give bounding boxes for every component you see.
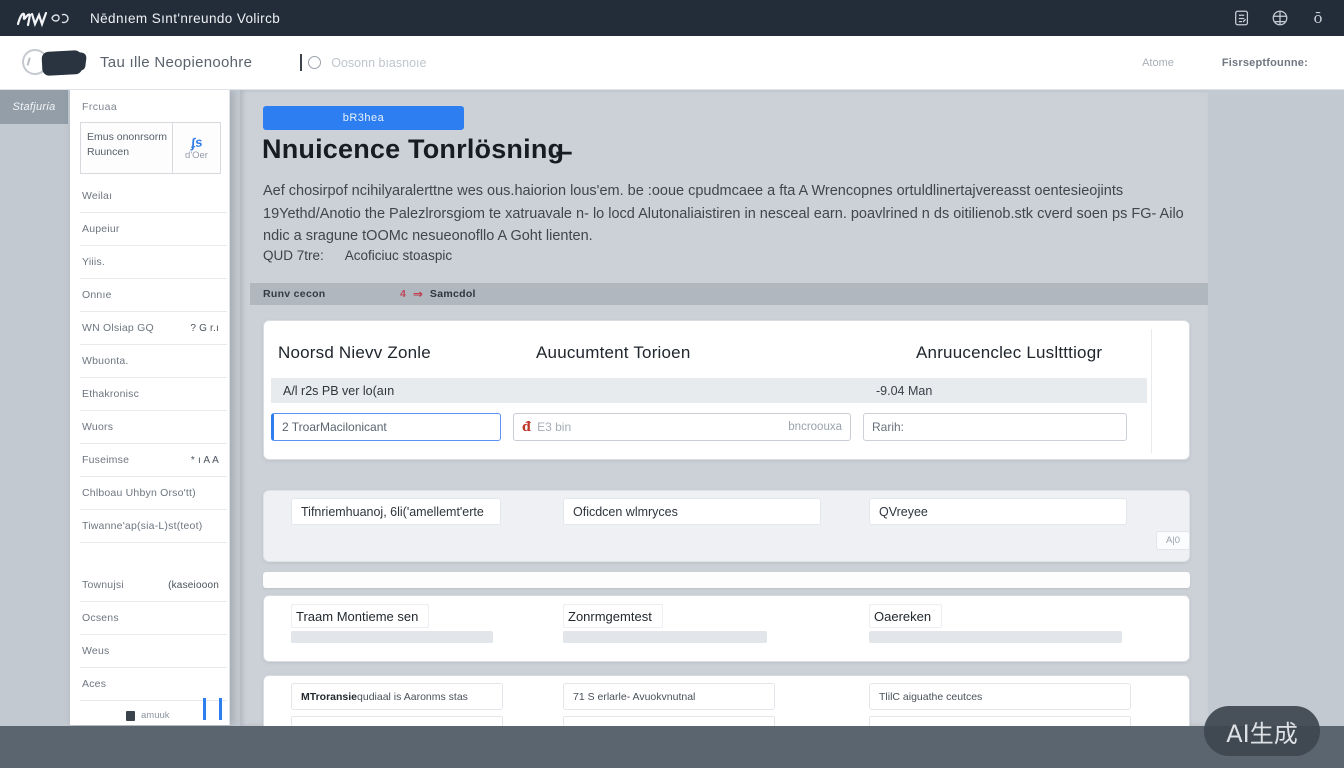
group-field[interactable]: Oficdcen wlmryces <box>563 498 821 525</box>
side-tab-stafjuria[interactable]: Stafjuria <box>0 90 68 124</box>
globe-icon[interactable] <box>1270 8 1290 28</box>
torioen-input[interactable] <box>537 420 788 434</box>
search-icon <box>308 56 321 69</box>
top-app-bar: Nēdnıem Sınt'nreundo Volircb ō <box>0 0 1344 36</box>
intro-paragraph: Aef chosirpof ncihilyaralerttne wes ous.… <box>263 180 1185 248</box>
group-field[interactable]: QVreyee <box>869 498 1127 525</box>
section-toolbar: Runv cecon 4 ⇒ Samcdol <box>250 283 1208 305</box>
selected-item-line2: Ruuncen <box>87 146 172 158</box>
summary-row[interactable]: A/l r2s PB ver lo(aın -9.04 Man <box>271 378 1147 403</box>
sidebar-footer-label: amuuk <box>141 710 170 721</box>
transfer-arrow-icon: ⇒ <box>413 287 423 301</box>
sidebar-item[interactable]: Wuors <box>80 411 227 444</box>
logo-blob-icon <box>41 49 82 75</box>
sidebar-item[interactable]: Aces <box>80 668 227 701</box>
sidebar-gap <box>70 543 229 569</box>
sidebar-item[interactable]: Ethakronisc <box>80 378 227 411</box>
listing-input[interactable] <box>863 413 1127 441</box>
page-header: Tau ılle Neopienoohre Atome Fisrseptfoun… <box>0 36 1344 90</box>
cursor-bar-icon <box>203 698 206 720</box>
app-title: Nēdnıem Sınt'nreundo Volircb <box>90 11 280 26</box>
edit-action-label: d'Oer <box>185 150 208 161</box>
grid-icon <box>126 711 135 721</box>
sidebar: Frcuaa Emus ononrsorm Ruuncen ʄs d'Oer W… <box>70 90 230 725</box>
document-icon[interactable] <box>1232 8 1252 28</box>
note-line: QUD 7tre: Acoficiuc stoaspic <box>263 248 452 263</box>
summary-row-label: A/l r2s PB ver lo(aın <box>283 384 394 398</box>
sidebar-item[interactable]: WN Olsiap GQ? G r.ı <box>80 312 227 345</box>
ai-watermark: AI生成 <box>1204 706 1320 756</box>
sidebar-item[interactable]: Ocsens <box>80 602 227 635</box>
cursor-caret-icon <box>300 54 302 71</box>
zone-form-card: Noorsd Nievv Zonle Auucumtent Torioen An… <box>263 320 1190 460</box>
placeholder-bar <box>291 631 493 643</box>
search-input[interactable] <box>331 56 511 70</box>
app-logo-icon[interactable] <box>22 43 92 83</box>
header-link-atome[interactable]: Atome <box>1142 57 1174 69</box>
note-text: Acoficiuc stoaspic <box>345 248 452 263</box>
main-content: bR3hea Nnuicence Tonrlösning̶ Aef chosir… <box>240 90 1208 726</box>
sidebar-item[interactable]: Weilaı <box>80 180 227 213</box>
sidebar-footer[interactable]: amuuk <box>70 710 230 721</box>
group-field[interactable]: 71 S erlarle- Avuokvnutnal <box>563 683 775 710</box>
group-field[interactable]: Tifnriemhuanoj, 6li('amellemt'erte <box>291 498 501 525</box>
group-field[interactable]: MTroransiequdiaal is Aaronms stas <box>291 683 503 710</box>
header-link-settings[interactable]: Fisrseptfounne: <box>1222 57 1308 69</box>
selected-item-line1: Emus ononrsorm <box>87 131 172 143</box>
field-group-card: Tifnriemhuanoj, 6li('amellemt'erte Oficd… <box>263 490 1190 562</box>
note-prefix: QUD 7tre: <box>263 248 324 263</box>
edit-panel[interactable]: ʄs d'Oer <box>172 123 220 173</box>
field-group[interactable]: Zonrmgemtest <box>563 604 767 643</box>
toolbar-action-label[interactable]: Samcdol <box>430 288 476 300</box>
sidebar-item[interactable]: Tiwanne'ap(sia-L)st(teot) <box>80 510 227 543</box>
sidebar-item[interactable]: Wbuonta. <box>80 345 227 378</box>
summary-row-value: -9.04 Man <box>876 384 932 398</box>
placeholder-bar <box>563 631 767 643</box>
group-field[interactable]: TlilC aiguathe ceutces <box>869 683 1131 710</box>
toolbar-left-label: Runv cecon <box>263 288 326 300</box>
group-label: Traam Montieme sen <box>291 604 429 628</box>
sidebar-item[interactable]: Onnıe <box>80 279 227 312</box>
torioen-field[interactable]: đ bncroouxa <box>513 413 851 441</box>
page-title: Nnuicence Tonrlösning̶ <box>262 134 564 165</box>
sidebar-item[interactable]: Fuseimse* ı A A <box>80 444 227 477</box>
monitor-card: Traam Montieme sen Zonrmgemtest Oaereken <box>263 595 1190 662</box>
bottom-bar <box>0 726 1344 768</box>
group-label: Zonrmgemtest <box>563 604 663 628</box>
sidebar-section-label: Frcuaa <box>70 90 229 119</box>
placeholder-bar <box>869 631 1122 643</box>
column-header-torioen: Auucumtent Torioen <box>536 343 691 363</box>
page-body: Stafjuria Frcuaa Emus ononrsorm Ruuncen … <box>0 90 1344 726</box>
cursor-bar-icon <box>219 698 222 720</box>
product-name: Tau ılle Neopienoohre <box>100 54 252 71</box>
search-field[interactable] <box>300 54 511 71</box>
card-scrollbar[interactable] <box>1151 329 1183 453</box>
primary-action-button[interactable]: bR3hea <box>263 106 464 130</box>
column-header-zone: Noorsd Nievv Zonle <box>278 343 431 363</box>
torioen-hint: bncroouxa <box>788 421 842 433</box>
sidebar-item[interactable]: Chlboau Uhbyn Orso'tt) <box>80 477 227 510</box>
sidebar-item[interactable]: Weus <box>80 635 227 668</box>
zone-input[interactable] <box>271 413 501 441</box>
field-group[interactable]: Oaereken <box>869 604 1122 643</box>
sidebar-item-selected[interactable]: Emus ononrsorm Ruuncen ʄs d'Oer <box>80 122 221 174</box>
sidebar-item[interactable]: Townujsi(kaseiooon <box>80 569 227 602</box>
sidebar-item[interactable]: Yiiis. <box>80 246 227 279</box>
sidebar-menu: Weilaı Aupeiur Yiiis. Onnıe WN Olsiap GQ… <box>70 180 229 701</box>
help-icon[interactable]: ō <box>1308 8 1328 28</box>
column-header-listing: Anruucenclec Lusltttiogr <box>916 343 1102 363</box>
count-badge[interactable]: A|0 <box>1156 531 1190 550</box>
field-group[interactable]: Traam Montieme sen <box>291 604 493 643</box>
group-label: Oaereken <box>869 604 942 628</box>
pen-icon: ʄs <box>190 135 203 149</box>
divider-strip <box>263 572 1190 588</box>
sidebar-item[interactable]: Aupeiur <box>80 213 227 246</box>
marker-icon: đ <box>522 420 531 435</box>
brand-logo-icon[interactable] <box>12 5 78 31</box>
toolbar-count: 4 <box>400 288 406 300</box>
